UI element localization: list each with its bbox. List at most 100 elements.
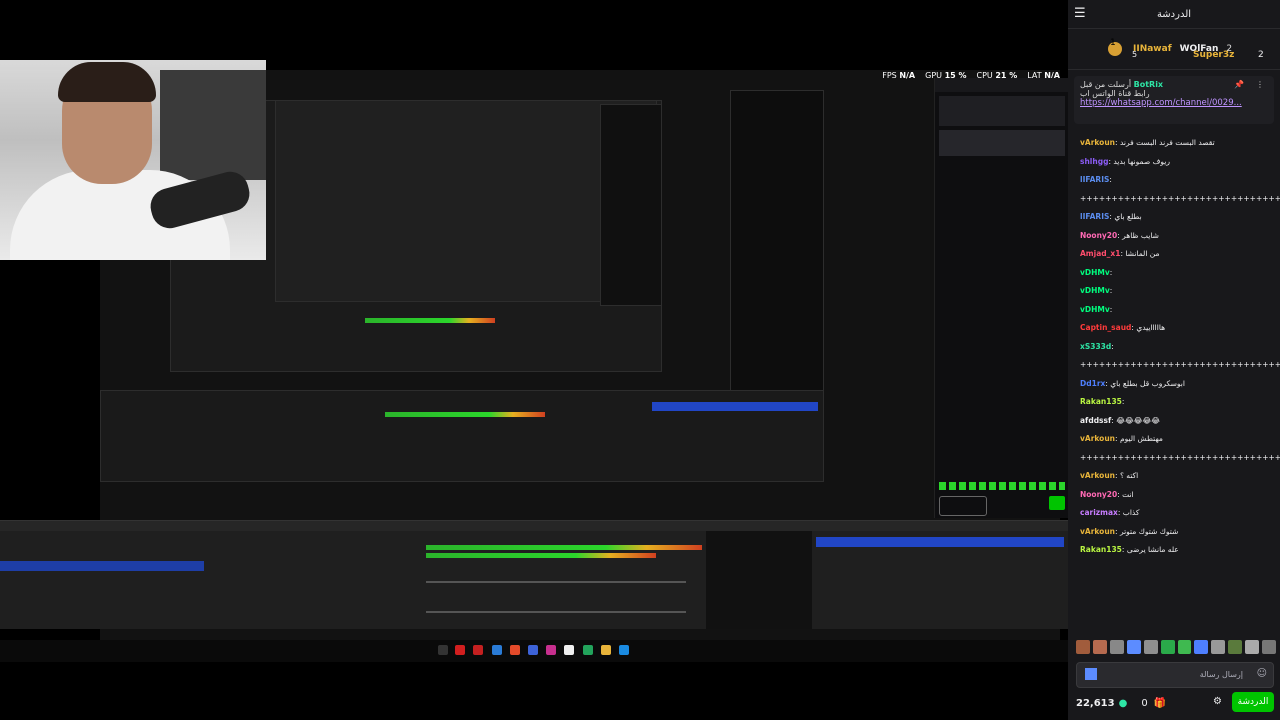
emoji-icon[interactable]: ☺ (1257, 668, 1267, 679)
leader-3-name: Super3z (1193, 50, 1235, 60)
mini-chat-leaderboard (939, 96, 1065, 126)
taskbar-icon (473, 645, 483, 655)
chat-username[interactable]: Noony20 (1080, 490, 1117, 499)
chat-title: الدردشة (1156, 8, 1192, 20)
chat-username[interactable]: lIFARIS (1080, 212, 1109, 221)
leader-1-rank: 1 (1110, 38, 1116, 48)
taskbar-icon (438, 645, 448, 655)
chat-username[interactable]: Dd1rx (1080, 379, 1105, 388)
taskbar-icon (619, 645, 629, 655)
chat-message: Noony20: شايب ظاهر (1068, 227, 1280, 246)
taskbar-icon (601, 645, 611, 655)
settings-icon[interactable]: ⚙ (1213, 696, 1222, 707)
chat-text: كذاب (1122, 508, 1140, 517)
taskbar-icon (564, 645, 574, 655)
nested-meter-1 (365, 318, 495, 323)
pinned-message[interactable]: أرسلت من قبل BotRix 📌 ⋮ رابط قناة الواتس… (1074, 76, 1274, 124)
scene-item-selected (0, 561, 204, 571)
chat-username[interactable]: Captin_saud (1080, 323, 1131, 332)
chat-username[interactable]: Rakan135 (1080, 397, 1122, 406)
chat-message: ++++++++++++++++++++++++++++++++++++++++ (1068, 190, 1280, 209)
chat-text: 😂😂😂😂😂 (1116, 415, 1161, 425)
chat-text: ريوف صمونها بديد (1113, 156, 1170, 166)
chat-username[interactable]: vArkoun (1080, 471, 1115, 480)
scene-item (0, 541, 204, 551)
chat-message: carizmax: كذاب (1068, 504, 1280, 523)
nested-mixer-meter (385, 412, 545, 417)
taskbar-icon (455, 645, 465, 655)
chat-text: شتوك شتوك متوتر (1119, 526, 1179, 536)
emote-icon[interactable] (1160, 640, 1175, 654)
emote-picker-icon[interactable] (1085, 668, 1097, 680)
mixer-meter-2 (426, 553, 656, 558)
emote-icon[interactable] (1076, 640, 1090, 654)
taskbar-icon (583, 645, 593, 655)
chat-username[interactable]: vArkoun (1080, 527, 1115, 536)
chat-username[interactable]: xS333d (1080, 342, 1111, 351)
pin-icon[interactable]: 📌 (1234, 80, 1244, 89)
emote-bar (1076, 640, 1277, 656)
chat-send-button[interactable]: الدردشة (1232, 692, 1274, 712)
chat-input-placeholder: إرسال رسالة (1199, 670, 1243, 679)
chat-separator: : (1109, 175, 1112, 184)
chat-username[interactable]: vDHMv (1080, 305, 1110, 314)
pinned-text: رابط قناة الواتس اب (1080, 89, 1150, 98)
emote-icon[interactable] (1228, 640, 1243, 654)
nested-chat-preview (600, 104, 662, 306)
chat-text: اكته ؟ (1119, 471, 1139, 480)
chat-username[interactable]: vArkoun (1080, 434, 1115, 443)
chat-username[interactable]: afddssf (1080, 416, 1111, 425)
mini-chat-button (1049, 496, 1065, 510)
chat-message: Dd1rx: ابوسكروب قل بطلع باي (1068, 375, 1280, 394)
follow-dock-header (706, 521, 812, 531)
stop-stream-button (816, 537, 1064, 547)
chat-text: شايب ظاهر (1122, 230, 1159, 240)
emote-icon[interactable] (1245, 640, 1260, 654)
channel-points[interactable]: 22,613 (1076, 698, 1115, 709)
emote-icon[interactable] (1092, 640, 1107, 654)
points-icon: ● (1118, 697, 1128, 709)
chat-message: Amjad_x1: من المانشا (1068, 245, 1280, 264)
nested-chat-preview-2 (730, 90, 824, 392)
mini-chat-emotes (939, 482, 1065, 490)
chat-message: vArkoun: مهتطش اليوم (1068, 430, 1280, 449)
chat-username[interactable]: lIFARIS (1080, 175, 1109, 184)
gift-leaderboard[interactable]: IINawaf WOlFan 2 (1068, 29, 1280, 70)
chat-username[interactable]: Rakan135 (1080, 545, 1122, 554)
chat-username[interactable]: carizmax (1080, 508, 1118, 517)
controls-dock (812, 521, 1068, 629)
chat-text: هاااااييدي (1136, 323, 1166, 332)
chat-username[interactable]: Amjad_x1 (1080, 249, 1120, 258)
emote-icon[interactable] (1126, 640, 1141, 654)
chat-separator: : (1111, 341, 1114, 351)
emote-icon[interactable] (1109, 640, 1124, 654)
collapse-chat-icon[interactable]: ☰ (1074, 6, 1086, 21)
chat-username[interactable]: vDHMv (1080, 286, 1110, 295)
scene-item (0, 581, 204, 591)
more-options-icon[interactable]: ⋮ (1256, 80, 1264, 89)
emote-icon[interactable] (1143, 640, 1158, 654)
chat-text: ++++++++++++++++++++++++++++++++++++++++ (1080, 193, 1280, 203)
chat-message: lIFARIS: (1068, 171, 1280, 190)
pinned-link[interactable]: https://whatsapp.com/channel/0029... (1080, 98, 1268, 108)
mini-chat-pinned (939, 130, 1065, 156)
chat-username[interactable]: vDHMv (1080, 268, 1110, 277)
emote-icon[interactable] (1177, 640, 1192, 654)
emote-icon[interactable] (1262, 640, 1277, 654)
chat-message: Rakan135: عله مانشا يرضى (1068, 541, 1280, 560)
sources-dock-header (204, 521, 406, 531)
chat-username[interactable]: shlhgg (1080, 157, 1108, 166)
chat-input[interactable]: إرسال رسالة ☺ (1076, 662, 1274, 688)
mixer-slider (426, 611, 686, 613)
chat-message: afddssf: 😂😂😂😂😂 (1068, 412, 1280, 431)
fps-value: N/A (899, 70, 916, 80)
emote-icon[interactable] (1194, 640, 1209, 654)
chat-text: بطلع باي (1114, 212, 1142, 221)
chat-username[interactable]: vArkoun (1080, 138, 1115, 147)
gift-count: 0 (1141, 697, 1148, 709)
chat-message: ++++++++++++++++++++++++++++++++++++++++ (1068, 356, 1280, 375)
emote-icon[interactable] (1211, 640, 1226, 654)
gift-icon[interactable]: 🎁 (1154, 698, 1166, 709)
chat-username[interactable]: Noony20 (1080, 231, 1117, 240)
scenes-dock-header (0, 521, 204, 531)
